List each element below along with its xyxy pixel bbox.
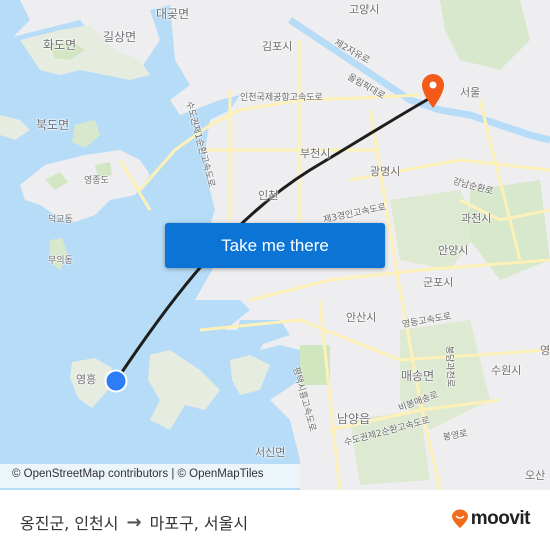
place-label: 오산 bbox=[525, 469, 546, 482]
place-label: 영종도 bbox=[84, 176, 109, 186]
road-label: 인천국제공항고속도로 bbox=[240, 93, 323, 103]
place-label: 대곶면 bbox=[156, 7, 190, 21]
place-label: 무의동 bbox=[48, 256, 73, 266]
place-label: 덕교동 bbox=[48, 215, 73, 225]
moovit-logo-text: moovit bbox=[470, 508, 531, 529]
road-label: 봉담과천로 bbox=[443, 345, 455, 388]
place-label: 군포시 bbox=[423, 276, 454, 289]
place-label: 수원시 bbox=[491, 364, 522, 377]
place-label: 광명시 bbox=[370, 165, 401, 178]
place-label: 영 bbox=[540, 344, 550, 357]
place-label: 서신면 bbox=[255, 446, 286, 459]
route-summary: 옹진군, 인천시 → 마포구, 서울시 bbox=[20, 510, 248, 534]
place-label: 고양시 bbox=[349, 3, 380, 16]
place-label: 영흥 bbox=[76, 373, 97, 386]
place-label: 매송면 bbox=[401, 369, 435, 383]
place-label: 인천 bbox=[258, 189, 279, 202]
moovit-logo[interactable]: moovit bbox=[451, 508, 531, 530]
place-label: 안양시 bbox=[438, 244, 469, 257]
map[interactable]: 화도면 길상면 대곶면 김포시 고양시 서울 북도면 영종도 덕교동 무의동 부… bbox=[0, 0, 550, 490]
place-label: 안산시 bbox=[346, 311, 377, 324]
place-label: 김포시 bbox=[262, 40, 293, 53]
place-label: 서울 bbox=[460, 86, 481, 99]
place-label: 북도면 bbox=[36, 118, 70, 132]
place-label: 과천시 bbox=[461, 212, 492, 225]
place-label: 부천시 bbox=[300, 147, 331, 160]
arrow-right-icon: → bbox=[126, 511, 142, 533]
origin-marker[interactable] bbox=[104, 369, 128, 393]
take-me-there-button[interactable]: Take me there bbox=[165, 223, 385, 268]
destination-name: 마포구, 서울시 bbox=[149, 514, 249, 533]
origin-name: 옹진군, 인천시 bbox=[20, 514, 119, 533]
place-label: 길상면 bbox=[103, 30, 137, 44]
place-label: 남양읍 bbox=[337, 412, 371, 426]
moovit-pin-icon bbox=[451, 509, 468, 528]
destination-pin-icon[interactable] bbox=[420, 72, 446, 110]
footer: 옹진군, 인천시 → 마포구, 서울시 moovit bbox=[0, 490, 550, 550]
map-attribution[interactable]: © OpenStreetMap contributors | © OpenMap… bbox=[0, 464, 300, 488]
place-label: 화도면 bbox=[43, 38, 77, 52]
